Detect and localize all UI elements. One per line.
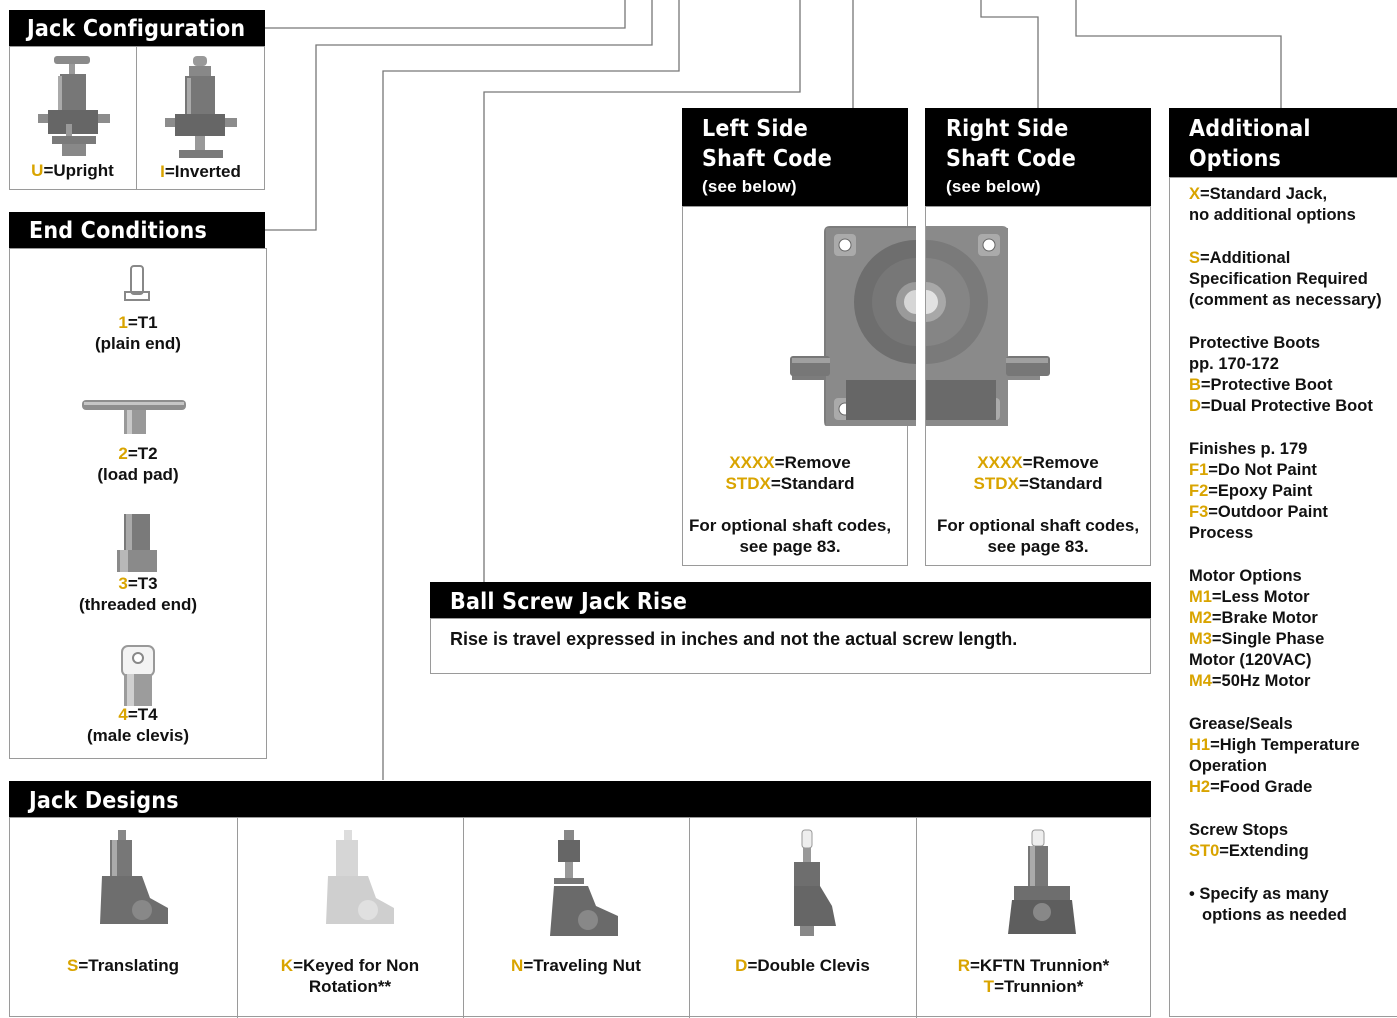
- traveling-nut-jack-icon: [550, 830, 618, 936]
- left-shaft-codes: XXXX=Remove STDX=Standard For optional s…: [688, 453, 892, 556]
- upright-jack-icon: [38, 56, 110, 156]
- design-keyed: K=Keyed for Non Rotation**: [280, 956, 420, 996]
- translating-jack-icon: [100, 830, 168, 924]
- threaded-end-icon: [117, 514, 157, 572]
- jack-configuration-title: Jack Configuration: [27, 16, 246, 42]
- load-pad-icon: [82, 400, 186, 434]
- design-translating: S=Translating: [67, 956, 179, 975]
- shaft-split-gap: [916, 108, 925, 566]
- jack-configuration-header: Jack Configuration: [9, 10, 265, 46]
- ball-screw-rise-header: Ball Screw Jack Rise: [430, 582, 1151, 618]
- end-condition-2: 2=T2 (load pad): [97, 444, 179, 484]
- left-shaft-title-line2: Shaft Code: [702, 146, 832, 172]
- additional-options-list: X=Standard Jack, no additional options S…: [1189, 185, 1382, 924]
- inverted-jack-icon: [165, 56, 237, 158]
- design-trunnion: R=KFTN Trunnion* T=Trunnion*: [957, 956, 1110, 996]
- end-condition-3: 3=T3 (threaded end): [78, 574, 198, 614]
- inverted-option: I=Inverted: [160, 162, 241, 181]
- end-conditions-title: End Conditions: [29, 218, 207, 244]
- trunnion-jack-icon: [1008, 829, 1076, 934]
- left-shaft-header: Left Side Shaft Code (see below): [682, 108, 908, 206]
- ball-screw-rise-text: Rise is travel expressed in inches and n…: [450, 629, 1018, 649]
- right-shaft-header: Right Side Shaft Code (see below): [925, 108, 1151, 206]
- additional-options-header: Additional Options: [1169, 108, 1397, 177]
- jack-designs-header: Jack Designs: [9, 781, 1151, 817]
- end-conditions-header: End Conditions: [9, 212, 265, 248]
- right-shaft-title-line1: Right Side: [946, 116, 1069, 142]
- right-shaft-subtitle: (see below): [946, 177, 1041, 196]
- plain-end-icon: [124, 265, 150, 301]
- design-double-clevis: D=Double Clevis: [735, 956, 870, 975]
- design-traveling-nut: N=Traveling Nut: [511, 956, 641, 975]
- left-shaft-title-line1: Left Side: [702, 116, 808, 142]
- gearbox-left-half-icon: [790, 226, 916, 426]
- keyed-jack-icon: [326, 830, 394, 924]
- right-shaft-title-line2: Shaft Code: [946, 146, 1076, 172]
- left-shaft-subtitle: (see below): [702, 177, 797, 196]
- double-clevis-jack-icon: [794, 829, 836, 936]
- right-shaft-codes: XXXX=Remove STDX=Standard For optional s…: [936, 453, 1140, 556]
- end-condition-4: 4=T4 (male clevis): [86, 705, 190, 745]
- upright-option: U=Upright: [31, 161, 114, 180]
- male-clevis-icon: [121, 645, 155, 706]
- end-condition-1: 1=T1 (plain end): [95, 313, 181, 353]
- gearbox-right-half-icon: [926, 226, 1050, 426]
